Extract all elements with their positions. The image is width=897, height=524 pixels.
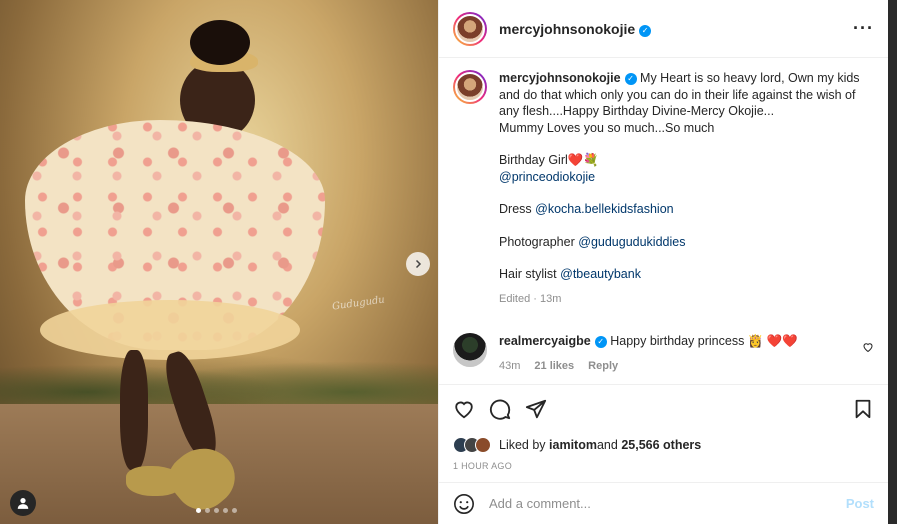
mention-gudugudukiddies[interactable]: @gudugudukiddies <box>578 235 685 249</box>
liked-by-avatars <box>453 437 491 453</box>
more-options-icon[interactable]: ··· <box>853 18 874 39</box>
caption-dress-line: Dress @kocha.bellekidsfashion <box>499 201 874 218</box>
dress-label: Dress <box>499 202 532 216</box>
verified-badge-icon: ✓ <box>594 336 607 348</box>
commenter-avatar[interactable] <box>453 333 487 367</box>
emoji-smiley-icon[interactable] <box>453 493 475 515</box>
comment-meta: 43m 21 likes Reply <box>499 358 850 375</box>
like-heart-icon[interactable] <box>453 398 475 420</box>
carousel-dot <box>214 508 219 513</box>
carousel-dot <box>205 508 210 513</box>
add-comment-bar: Post <box>439 482 888 524</box>
photographer-label: Photographer <box>499 234 575 249</box>
comment-reply-button[interactable]: Reply <box>588 358 618 375</box>
comment-item: realmercyaigbe ✓ Happy birthday princess … <box>453 333 874 374</box>
comment-time: 43m <box>499 359 521 372</box>
post-actions: Liked by iamitom and 25,566 others 1 HOU… <box>439 384 888 471</box>
caption-hair-line: Hair stylist @tbeautybank <box>499 266 874 283</box>
save-bookmark-icon[interactable] <box>852 398 874 420</box>
caption-birthday: Birthday Girl❤️💐 <box>499 153 599 167</box>
comment-bubble-icon[interactable] <box>489 398 511 420</box>
comment-input[interactable] <box>489 496 846 511</box>
post-header: mercyjohnsonokojie ✓ ··· <box>439 0 888 58</box>
user-icon <box>17 498 29 509</box>
backdrop-edge <box>888 0 897 524</box>
carousel-dot <box>223 508 228 513</box>
mention-tbeautybank[interactable]: @tbeautybank <box>560 267 641 281</box>
caption-content: mercyjohnsonokojie ✓ My Heart is so heavy… <box>499 70 874 307</box>
verified-badge-icon: ✓ <box>639 24 652 37</box>
photo-signature: Gudugudu <box>331 294 386 313</box>
caption: mercyjohnsonokojie ✓ My Heart is so heavy… <box>453 70 874 307</box>
likes-summary[interactable]: Liked by iamitom and 25,566 others <box>453 437 874 453</box>
carousel-indicator <box>196 508 237 513</box>
caption-username[interactable]: mercyjohnsonokojie <box>499 71 621 85</box>
share-paper-plane-icon[interactable] <box>525 398 547 420</box>
tagged-users-button[interactable] <box>10 490 36 516</box>
photo-girl-hair <box>190 20 250 65</box>
author-avatar[interactable] <box>453 11 487 46</box>
post-time[interactable]: 1 HOUR AGO <box>453 461 874 471</box>
commenter-username[interactable]: realmercyaigbe <box>499 334 591 348</box>
post-details-panel: mercyjohnsonokojie ✓ ··· mercyjohnsonokoj… <box>438 0 888 524</box>
comment-text: Happy birthday princess 👸 ❤️❤️ <box>610 334 798 348</box>
caption-meta: Edited · 13m <box>499 291 874 308</box>
likes-count[interactable]: 25,566 others <box>621 438 701 452</box>
verified-badge-icon: ✓ <box>624 73 637 85</box>
chevron-right-icon <box>415 259 422 269</box>
mention-kocha[interactable]: @kocha.bellekidsfashion <box>535 202 673 216</box>
post-comment-button[interactable]: Post <box>846 496 874 511</box>
comment-like-heart-icon[interactable] <box>862 341 874 353</box>
comment-content: realmercyaigbe ✓ Happy birthday princess … <box>499 333 850 374</box>
action-icons <box>453 397 874 421</box>
hair-label: Hair stylist <box>499 267 557 281</box>
author-username[interactable]: mercyjohnsonokojie ✓ <box>499 21 652 37</box>
likes-prefix: Liked by <box>499 438 546 452</box>
likes-user[interactable]: iamitom <box>549 438 597 452</box>
carousel-dot <box>232 508 237 513</box>
likes-middle: and <box>596 438 618 452</box>
caption-photographer-line: Photographer @gudugudukiddies <box>499 234 874 251</box>
caption-edited: Edited · 13m <box>499 292 562 305</box>
post-photo[interactable]: Gudugudu <box>0 0 438 524</box>
caption-line-2: Mummy Loves you so much...So much <box>499 120 715 135</box>
comments-section: mercyjohnsonokojie ✓ My Heart is so heavy… <box>439 58 888 384</box>
photo-tulle <box>40 300 300 360</box>
caption-author-avatar[interactable] <box>453 70 487 104</box>
photo-girl-leg-left <box>120 350 148 470</box>
comment-likes[interactable]: 21 likes <box>534 358 574 375</box>
author-username-text[interactable]: mercyjohnsonokojie <box>499 21 635 37</box>
mention-princeodiokojie[interactable]: @princeodiokojie <box>499 169 874 186</box>
carousel-dot <box>196 508 201 513</box>
carousel-next-button[interactable] <box>406 252 430 276</box>
instagram-post-modal: Gudugudu mercyjohnsonokojie ✓ ··· mercyjo <box>0 0 897 524</box>
